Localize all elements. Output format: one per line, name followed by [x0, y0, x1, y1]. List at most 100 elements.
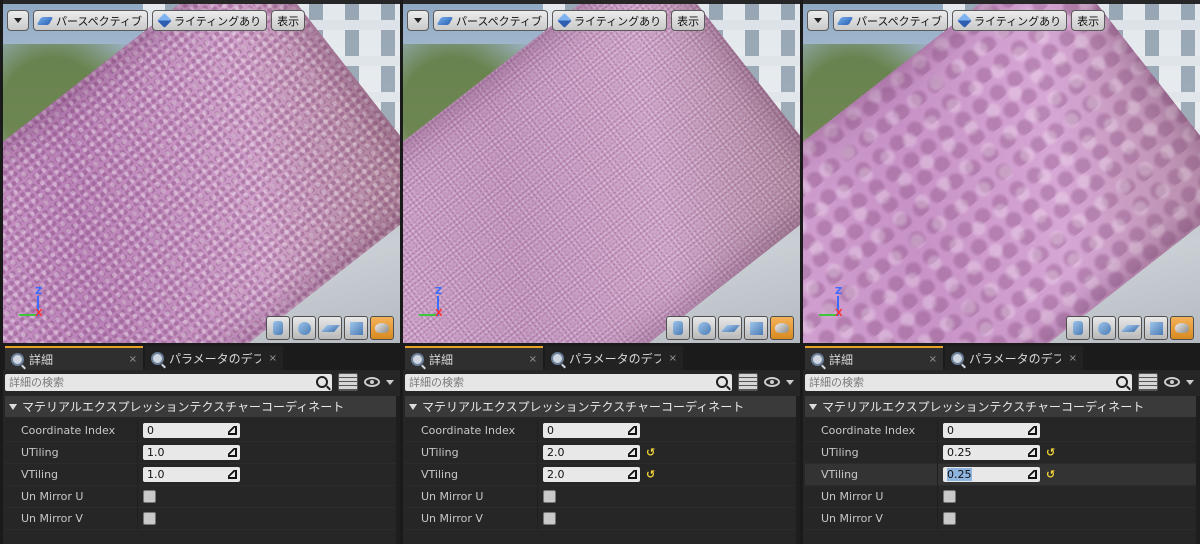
material-preview-viewport[interactable]: パースペクティブ ライティングあり 表示 Z X [3, 4, 400, 343]
reset-to-default-icon[interactable]: ↺ [646, 468, 655, 481]
cylinder-preview-button[interactable] [266, 316, 290, 340]
close-tab-icon[interactable]: × [129, 354, 137, 365]
details-search-row: 詳細の検索 [805, 373, 1200, 391]
property-row-coordinate-index: Coordinate Index 0 [805, 420, 1196, 442]
details-tabbar: 詳細× パラメータのデフォルト× [803, 343, 1200, 370]
property-row-u-tiling: UTiling 2.0 ↺ [405, 442, 796, 464]
lit-mode-icon [557, 13, 572, 28]
tab-details[interactable]: 詳細 × [805, 346, 943, 370]
details-search-input[interactable]: 詳細の検索 [405, 373, 732, 391]
details-search-input[interactable]: 詳細の検索 [5, 373, 332, 391]
details-tabbar: 詳細× パラメータのデフォルト× [403, 343, 800, 370]
viewport-options-button[interactable] [807, 10, 829, 31]
teapot-preview-button[interactable] [1170, 316, 1194, 340]
chevron-down-icon[interactable] [1186, 379, 1194, 385]
coordinate-index-field[interactable]: 0 [543, 423, 640, 438]
show-button[interactable]: 表示 [1071, 10, 1106, 31]
coordinate-index-field[interactable]: 0 [943, 423, 1040, 438]
cylinder-preview-button[interactable] [666, 316, 690, 340]
reset-to-default-icon[interactable]: ↺ [1046, 468, 1055, 481]
details-scrollbar[interactable] [396, 396, 400, 544]
magnifier-icon [11, 352, 24, 366]
material-preview-viewport[interactable]: パースペクティブ ライティングあり 表示 Z X [403, 4, 800, 343]
property-matrix-button[interactable] [1138, 373, 1158, 391]
plane-preview-button[interactable] [318, 316, 342, 340]
perspective-button[interactable]: パースペクティブ [33, 10, 149, 31]
perspective-icon [436, 16, 454, 25]
viewport-options-button[interactable] [407, 10, 429, 31]
perspective-icon [836, 16, 854, 25]
viewport-options-button[interactable] [7, 10, 29, 31]
lighting-button[interactable]: ライティングあり [552, 10, 668, 31]
u-tiling-field[interactable]: 2.0 [543, 445, 640, 460]
details-search-input[interactable]: 詳細の検索 [805, 373, 1132, 391]
magnifier-icon [811, 352, 824, 366]
close-tab-icon[interactable]: × [529, 354, 537, 365]
category-header[interactable]: マテリアルエクスプレッションテクスチャーコーディネート [5, 396, 396, 417]
sphere-preview-button[interactable] [292, 316, 316, 340]
sphere-preview-button[interactable] [1092, 316, 1116, 340]
tab-details[interactable]: 詳細 × [405, 346, 543, 370]
cube-preview-button[interactable] [744, 316, 768, 340]
tab-parameter-defaults[interactable]: パラメータのデフォルト× [145, 346, 283, 370]
un-mirror-v-checkbox[interactable] [943, 512, 956, 525]
eye-icon[interactable] [764, 377, 780, 387]
show-button[interactable]: 表示 [271, 10, 306, 31]
eye-icon[interactable] [364, 377, 380, 387]
cube-preview-button[interactable] [344, 316, 368, 340]
eye-icon[interactable] [1164, 377, 1180, 387]
un-mirror-v-checkbox[interactable] [543, 512, 556, 525]
plane-icon [1120, 324, 1140, 332]
un-mirror-u-checkbox[interactable] [543, 490, 556, 503]
tab-parameter-defaults[interactable]: パラメータのデフォルト× [545, 346, 683, 370]
v-tiling-field[interactable]: 0.25 [943, 467, 1040, 482]
chevron-down-icon[interactable] [386, 379, 394, 385]
u-tiling-field[interactable]: 1.0 [143, 445, 240, 460]
plane-preview-button[interactable] [1118, 316, 1142, 340]
sphere-icon [1097, 321, 1111, 335]
sphere-preview-button[interactable] [692, 316, 716, 340]
perspective-button[interactable]: パースペクティブ [433, 10, 549, 31]
perspective-button[interactable]: パースペクティブ [833, 10, 949, 31]
v-tiling-field[interactable]: 1.0 [143, 467, 240, 482]
close-tab-icon[interactable]: × [1069, 353, 1077, 364]
plane-preview-button[interactable] [718, 316, 742, 340]
magnifier-icon [411, 352, 424, 366]
tab-details[interactable]: 詳細 × [5, 346, 143, 370]
magnifier-icon [951, 351, 964, 365]
teapot-preview-button[interactable] [770, 316, 794, 340]
details-scrollbar[interactable] [796, 396, 800, 544]
property-matrix-button[interactable] [338, 373, 358, 391]
un-mirror-u-checkbox[interactable] [143, 490, 156, 503]
lighting-button[interactable]: ライティングあり [152, 10, 268, 31]
un-mirror-u-checkbox[interactable] [943, 490, 956, 503]
lighting-button[interactable]: ライティングあり [952, 10, 1068, 31]
property-matrix-button[interactable] [738, 373, 758, 391]
show-button[interactable]: 表示 [671, 10, 706, 31]
category-header[interactable]: マテリアルエクスプレッションテクスチャーコーディネート [805, 396, 1196, 417]
category-header[interactable]: マテリアルエクスプレッションテクスチャーコーディネート [405, 396, 796, 417]
tab-parameter-defaults[interactable]: パラメータのデフォルト× [945, 346, 1083, 370]
coordinate-index-field[interactable]: 0 [143, 423, 240, 438]
property-rows: Coordinate Index 0 UTiling 0.25 ↺ VTiling 0.… [805, 420, 1196, 530]
material-preview-viewport[interactable]: パースペクティブ ライティングあり 表示 Z X [803, 4, 1200, 343]
preview-shape-toolbar [1066, 316, 1194, 340]
cylinder-preview-button[interactable] [1066, 316, 1090, 340]
cube-preview-button[interactable] [1144, 316, 1168, 340]
v-tiling-field[interactable]: 2.0 [543, 467, 640, 482]
collapse-arrow-icon [409, 403, 417, 410]
cube-icon [749, 321, 763, 335]
close-tab-icon[interactable]: × [669, 353, 677, 364]
close-tab-icon[interactable]: × [929, 354, 937, 365]
chevron-down-icon[interactable] [786, 379, 794, 385]
details-scrollbar[interactable] [1196, 396, 1200, 544]
property-row-un-mirror-v: Un Mirror V [5, 508, 396, 530]
reset-to-default-icon[interactable]: ↺ [1046, 446, 1055, 459]
teapot-icon [1175, 323, 1189, 333]
un-mirror-v-checkbox[interactable] [143, 512, 156, 525]
teapot-preview-button[interactable] [370, 316, 394, 340]
reset-to-default-icon[interactable]: ↺ [646, 446, 655, 459]
u-tiling-field[interactable]: 0.25 [943, 445, 1040, 460]
details-panel: 詳細× パラメータのデフォルト× 詳細の検索 マテリアルエクスプレッションテクス… [803, 343, 1200, 544]
close-tab-icon[interactable]: × [269, 353, 277, 364]
